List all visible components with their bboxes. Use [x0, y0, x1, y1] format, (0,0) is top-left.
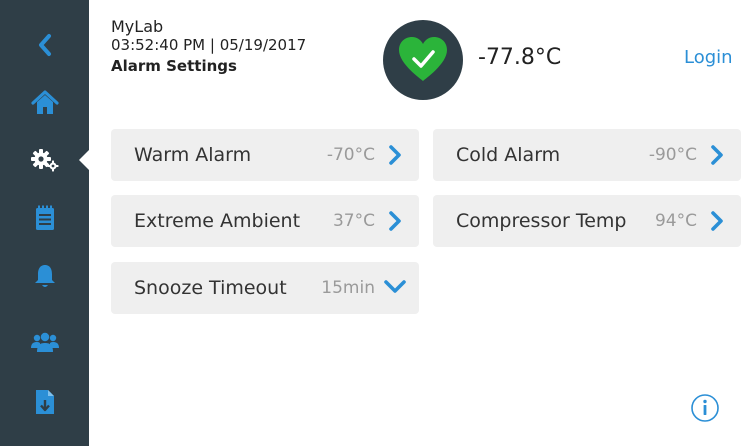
setting-value: 37°C: [332, 211, 375, 231]
cold-alarm-setting[interactable]: Cold Alarm -90°C: [433, 129, 741, 181]
chevron-right-icon: [711, 145, 723, 165]
temperature-reading: -77.8°C: [478, 45, 562, 70]
sidebar-item-settings[interactable]: [0, 137, 90, 183]
warm-alarm-setting[interactable]: Warm Alarm -70°C: [111, 129, 419, 181]
home-icon: [30, 90, 59, 114]
setting-value: -90°C: [648, 145, 697, 165]
sidebar: [0, 0, 90, 446]
datetime: 03:52:40 PM | 05/19/2017: [111, 36, 307, 54]
setting-label: Extreme Ambient: [134, 210, 301, 232]
sidebar-item-log[interactable]: [0, 195, 89, 241]
setting-label: Compressor Temp: [456, 210, 627, 232]
setting-label: Snooze Timeout: [134, 277, 287, 299]
chevron-down-icon: [384, 280, 406, 293]
gears-icon: [30, 149, 58, 172]
sidebar-item-users[interactable]: [0, 320, 89, 366]
sidebar-item-alarms[interactable]: [0, 253, 89, 299]
chevron-right-icon: [389, 145, 401, 165]
page-title: Alarm Settings: [111, 57, 237, 75]
sidebar-item-home[interactable]: [0, 80, 89, 126]
extreme-ambient-setting[interactable]: Extreme Ambient 37°C: [111, 195, 419, 247]
sidebar-item-export[interactable]: [0, 379, 89, 425]
heart-check-icon: [399, 37, 447, 81]
setting-label: Warm Alarm: [134, 144, 252, 166]
active-indicator: [79, 149, 90, 171]
info-icon[interactable]: [690, 393, 720, 423]
back-button[interactable]: [0, 22, 89, 68]
chevron-right-icon: [389, 211, 401, 231]
bell-icon: [34, 265, 55, 287]
users-icon: [30, 332, 59, 352]
chevron-right-icon: [711, 211, 723, 231]
compressor-temp-setting[interactable]: Compressor Temp 94°C: [433, 195, 741, 247]
status-indicator: [383, 20, 463, 100]
snooze-timeout-setting[interactable]: Snooze Timeout 15min: [111, 262, 419, 314]
header-info: MyLab 03:52:40 PM | 05/19/2017 Alarm Set…: [111, 17, 306, 77]
file-download-icon: [35, 390, 54, 414]
setting-label: Cold Alarm: [456, 144, 561, 166]
setting-value: 94°C: [654, 211, 697, 231]
notepad-icon: [35, 205, 54, 230]
setting-value: 15min: [321, 278, 375, 298]
chevron-left-icon: [38, 34, 51, 56]
setting-value: -70°C: [326, 145, 375, 165]
login-button[interactable]: Login: [684, 47, 733, 68]
lab-name: MyLab: [111, 17, 164, 36]
